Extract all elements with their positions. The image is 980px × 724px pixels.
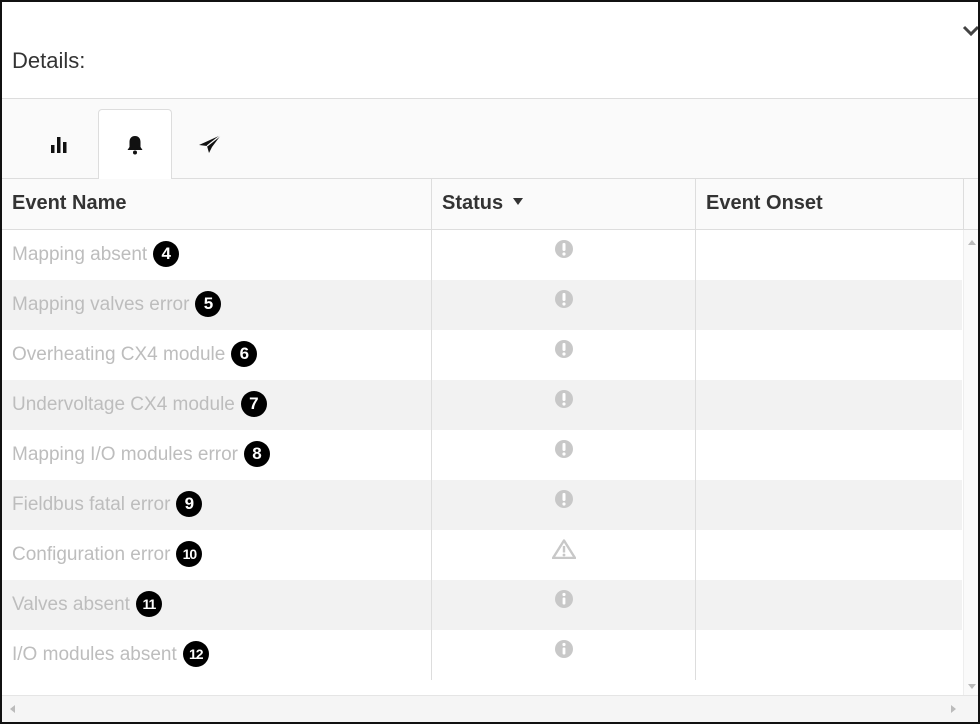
- event-onset-cell: [696, 330, 962, 380]
- callout-badge: 9: [176, 490, 203, 517]
- callout-badge: 10: [176, 540, 203, 567]
- event-name-cell: Mapping valves error 5: [2, 280, 432, 330]
- scroll-right-icon[interactable]: [951, 705, 956, 713]
- event-name-cell: Fieldbus fatal error 9: [2, 480, 432, 530]
- event-name-cell: Valves absent 11: [2, 580, 432, 630]
- scroll-down-icon[interactable]: [968, 684, 976, 689]
- status-cell: [432, 280, 696, 330]
- bar-chart-icon: [51, 136, 67, 153]
- horizontal-scrollbar[interactable]: [2, 695, 978, 722]
- callout-badge: 4: [153, 240, 180, 267]
- event-name-cell: Overheating CX4 module 6: [2, 330, 432, 380]
- event-name: Configuration error: [12, 544, 171, 565]
- column-header-event-name[interactable]: Event Name: [2, 179, 432, 229]
- status-cell: [432, 580, 696, 630]
- event-onset-cell: [696, 230, 962, 280]
- warning-triangle-icon: [551, 530, 576, 580]
- status-cell: [432, 430, 696, 480]
- panel-header: Details:: [2, 2, 978, 99]
- panel-title: Details:: [12, 48, 86, 73]
- callout-badge: 8: [244, 440, 270, 467]
- table-row[interactable]: I/O modules absent 12: [2, 630, 962, 680]
- status-cell: [432, 480, 696, 530]
- callout-badge: 11: [135, 590, 162, 617]
- event-name: Valves absent: [12, 594, 130, 615]
- exclamation-circle-icon: [554, 330, 574, 380]
- event-onset-cell: [696, 430, 962, 480]
- callout-badge: 12: [182, 640, 209, 667]
- event-onset-cell: [696, 580, 962, 630]
- event-name-cell: Mapping I/O modules error 8: [2, 430, 432, 480]
- status-cell: [432, 530, 696, 580]
- table-row[interactable]: Fieldbus fatal error 9: [2, 480, 962, 530]
- details-panel: Details: Event Name Status Event Onset M…: [0, 0, 980, 724]
- event-name-cell: Undervoltage CX4 module 7: [2, 380, 432, 430]
- event-onset-cell: [696, 630, 962, 680]
- event-onset-cell: [696, 280, 962, 330]
- table-header: Event Name Status Event Onset: [2, 179, 978, 230]
- event-name-cell: I/O modules absent 12: [2, 630, 432, 680]
- info-circle-icon: [554, 580, 574, 630]
- tab-bar: [2, 99, 978, 180]
- callout-badge: 6: [231, 340, 258, 367]
- column-header-event-onset[interactable]: Event Onset: [696, 179, 964, 229]
- event-name: Mapping I/O modules error: [12, 444, 238, 465]
- exclamation-circle-icon: [554, 430, 574, 480]
- callout-badge: 5: [195, 290, 222, 317]
- vertical-scrollbar[interactable]: [963, 230, 978, 695]
- callout-badge: 7: [240, 390, 267, 417]
- tab-send[interactable]: [174, 109, 246, 178]
- event-name: Mapping absent: [12, 244, 148, 265]
- sort-desc-icon: [513, 198, 524, 206]
- exclamation-circle-icon: [554, 230, 574, 280]
- tab-charts[interactable]: [24, 109, 96, 178]
- bell-icon: [127, 135, 143, 154]
- tab-alerts[interactable]: [98, 109, 172, 180]
- status-cell: [432, 380, 696, 430]
- exclamation-circle-icon: [554, 380, 574, 430]
- event-name-cell: Configuration error 10: [2, 530, 432, 580]
- event-name: Mapping valves error: [12, 294, 190, 315]
- event-name: Fieldbus fatal error: [12, 494, 171, 515]
- event-onset-cell: [696, 380, 962, 430]
- scroll-left-icon[interactable]: [10, 705, 15, 713]
- info-circle-icon: [554, 630, 574, 680]
- exclamation-circle-icon: [554, 480, 574, 530]
- column-header-status[interactable]: Status: [432, 179, 696, 229]
- status-cell: [432, 230, 696, 280]
- event-name: Overheating CX4 module: [12, 344, 226, 365]
- scroll-up-icon[interactable]: [968, 240, 976, 245]
- table-row[interactable]: Mapping absent 4: [2, 230, 962, 280]
- table-row[interactable]: Undervoltage CX4 module 7: [2, 380, 962, 430]
- paper-plane-icon: [199, 134, 222, 153]
- table-row[interactable]: Mapping valves error 5: [2, 280, 962, 330]
- exclamation-circle-icon: [554, 280, 574, 330]
- event-name-cell: Mapping absent 4: [2, 230, 432, 280]
- table-row[interactable]: Mapping I/O modules error 8: [2, 430, 962, 480]
- table-row[interactable]: Valves absent 11: [2, 580, 962, 630]
- table-row[interactable]: Configuration error 10: [2, 530, 962, 580]
- event-name: I/O modules absent: [12, 644, 177, 665]
- status-cell: [432, 630, 696, 680]
- chevron-down-icon[interactable]: [960, 20, 978, 42]
- table-row[interactable]: Overheating CX4 module 6: [2, 330, 962, 380]
- status-cell: [432, 330, 696, 380]
- event-onset-cell: [696, 480, 962, 530]
- event-onset-cell: [696, 530, 962, 580]
- table-body: Mapping absent 4 Mapping valves error 5 Over…: [2, 230, 962, 690]
- event-name: Undervoltage CX4 module: [12, 394, 235, 415]
